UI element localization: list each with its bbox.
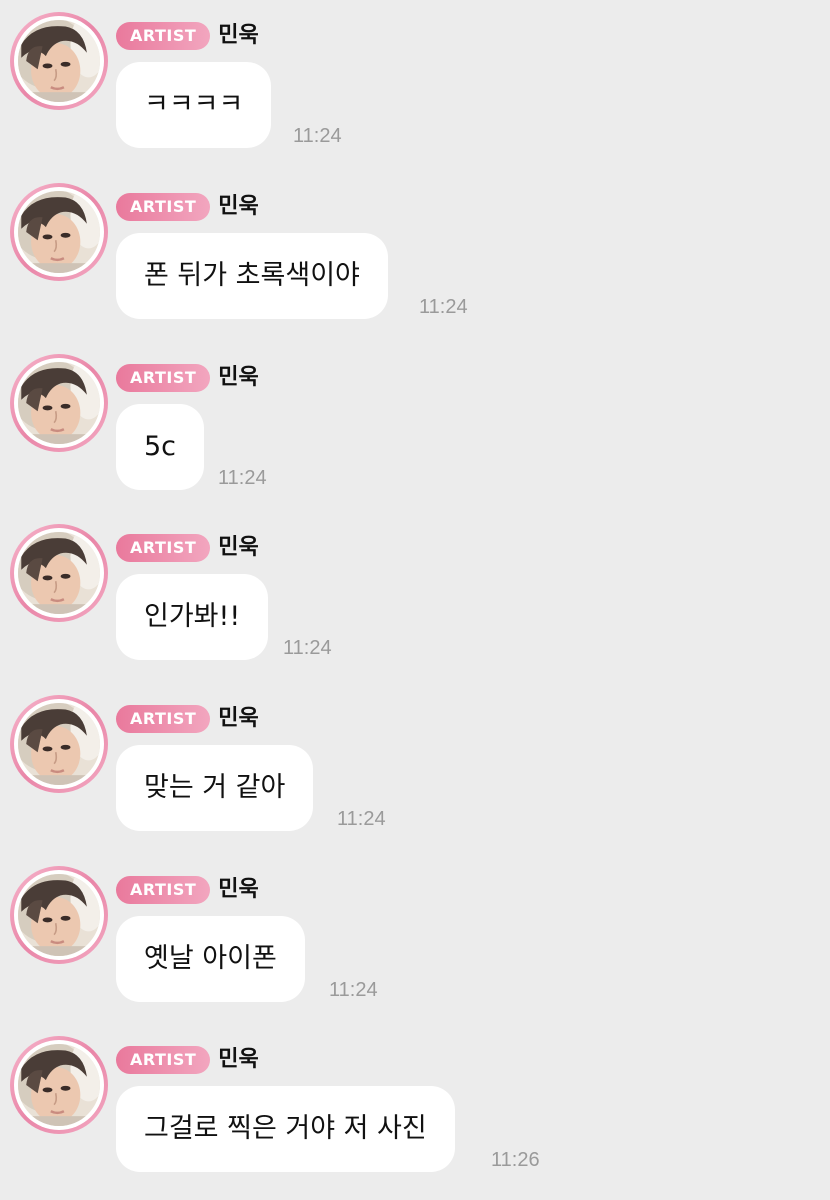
avatar-photo	[18, 191, 100, 273]
avatar[interactable]	[10, 12, 108, 110]
avatar[interactable]	[10, 524, 108, 622]
sender-name[interactable]: 민욱	[218, 362, 258, 394]
sender-row: ARTIST 민욱	[116, 20, 259, 52]
avatar[interactable]	[10, 866, 108, 964]
message-timestamp: 11:24	[283, 637, 332, 659]
avatar-photo	[18, 1044, 100, 1126]
message-bubble[interactable]: 그걸로 찍은 거야 저 사진	[116, 1086, 455, 1172]
sender-name[interactable]: 민욱	[218, 532, 258, 564]
avatar-photo	[18, 20, 100, 102]
avatar[interactable]	[10, 183, 108, 281]
sender-name[interactable]: 민욱	[218, 874, 258, 906]
message-bubble[interactable]: ㅋㅋㅋㅋ	[116, 62, 272, 148]
avatar-frame	[14, 528, 104, 618]
sender-name[interactable]: 민욱	[218, 191, 258, 223]
chat-message: ARTIST 민욱 맞는 거 같아 11:24	[0, 683, 830, 853]
artist-badge: ARTIST	[116, 534, 211, 562]
message-timestamp: 11:26	[491, 1149, 540, 1171]
message-bubble[interactable]: 폰 뒤가 초록색이야	[116, 233, 388, 319]
avatar-frame	[14, 358, 104, 448]
message-timestamp: 11:24	[329, 979, 378, 1001]
sender-name[interactable]: 민욱	[218, 703, 258, 735]
avatar-photo	[18, 874, 100, 956]
message-bubble[interactable]: 맞는 거 같아	[116, 745, 314, 831]
avatar-frame	[14, 187, 104, 277]
avatar-photo	[18, 703, 100, 785]
message-timestamp: 11:24	[337, 808, 386, 830]
avatar[interactable]	[10, 1036, 108, 1134]
avatar-frame	[14, 16, 104, 106]
chat-message: ARTIST 민욱 인가봐!! 11:24	[0, 512, 830, 682]
chat-message: ARTIST 민욱 ㅋㅋㅋㅋ 11:24	[0, 0, 830, 170]
message-timestamp: 11:24	[218, 467, 267, 489]
sender-row: ARTIST 민욱	[116, 191, 259, 223]
chat-message: ARTIST 민욱 폰 뒤가 초록색이야 11:24	[0, 171, 830, 341]
message-timestamp: 11:24	[293, 125, 342, 147]
artist-badge: ARTIST	[116, 1046, 211, 1074]
avatar-photo	[18, 532, 100, 614]
artist-badge: ARTIST	[116, 705, 211, 733]
artist-badge: ARTIST	[116, 22, 211, 50]
sender-name[interactable]: 민욱	[218, 1044, 258, 1076]
artist-badge: ARTIST	[116, 876, 211, 904]
chat-message: ARTIST 민욱 옛날 아이폰 11:24	[0, 854, 830, 1024]
avatar[interactable]	[10, 695, 108, 793]
message-timestamp: 11:24	[419, 296, 468, 318]
sender-row: ARTIST 민욱	[116, 874, 259, 906]
avatar-frame	[14, 699, 104, 789]
message-bubble[interactable]: 5c	[116, 404, 205, 490]
chat-message-list[interactable]: ARTIST 민욱 ㅋㅋㅋㅋ 11:24 ARTIST 민욱 폰 뒤가 초록색이…	[0, 0, 830, 1200]
artist-badge: ARTIST	[116, 193, 211, 221]
sender-row: ARTIST 민욱	[116, 532, 259, 564]
sender-row: ARTIST 민욱	[116, 703, 259, 735]
avatar-photo	[18, 362, 100, 444]
sender-row: ARTIST 민욱	[116, 362, 259, 394]
avatar[interactable]	[10, 354, 108, 452]
message-bubble[interactable]: 인가봐!!	[116, 574, 269, 660]
chat-message: ARTIST 민욱 5c 11:24	[0, 342, 830, 512]
avatar-frame	[14, 870, 104, 960]
sender-name[interactable]: 민욱	[218, 20, 258, 52]
avatar-frame	[14, 1040, 104, 1130]
message-bubble[interactable]: 옛날 아이폰	[116, 916, 305, 1002]
chat-message: ARTIST 민욱 그걸로 찍은 거야 저 사진 11:26	[0, 1024, 830, 1194]
sender-row: ARTIST 민욱	[116, 1044, 259, 1076]
artist-badge: ARTIST	[116, 364, 211, 392]
